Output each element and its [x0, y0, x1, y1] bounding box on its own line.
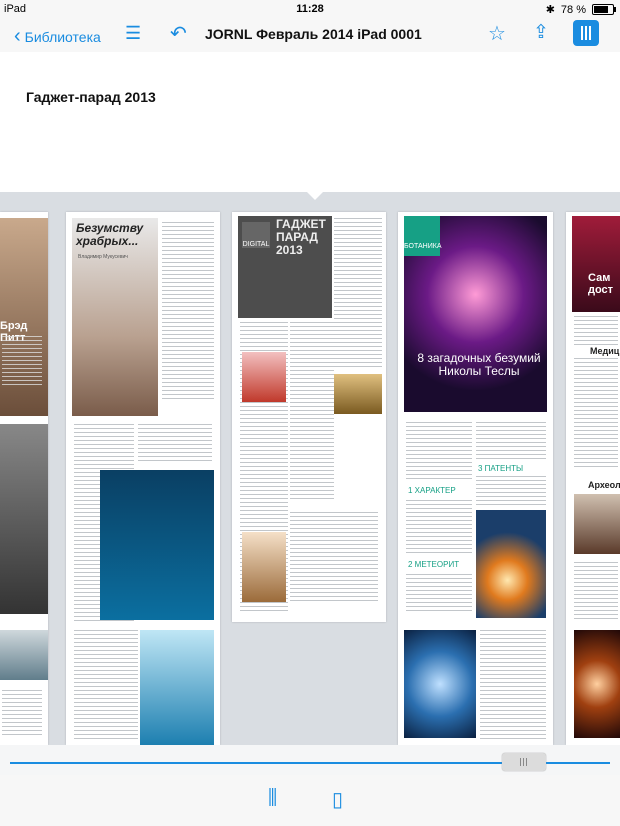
nav-bar: ‹ Библиотека ☰ ↶ JORNL Февраль 2014 iPad…	[0, 18, 620, 52]
photo	[574, 630, 620, 738]
page-thumbnail-2[interactable]: DIGITAL ГАДЖЕТ ПАРАД 2013	[232, 212, 386, 622]
product-photo	[242, 352, 286, 402]
scrubber-thumb[interactable]	[502, 753, 546, 771]
category-tag: БОТАНИКА	[404, 216, 442, 256]
section-pointer	[307, 192, 323, 200]
text-block	[574, 358, 618, 468]
photo	[140, 630, 214, 745]
text-block	[476, 422, 546, 462]
text-block	[574, 562, 618, 622]
category-tag: DIGITAL	[242, 222, 270, 248]
text-block	[480, 630, 546, 740]
undo-icon[interactable]: ↶	[170, 21, 187, 46]
article-title: ГАДЖЕТ ПАРАД 2013	[276, 217, 326, 258]
share-icon[interactable]: ⇪	[533, 21, 549, 44]
page-thumbnail-4[interactable]: Сам дост Медиц Археоло	[566, 212, 620, 745]
page-scrubber	[0, 745, 620, 775]
product-photo	[334, 374, 382, 414]
subheading: 3 ПАТЕНТЫ	[478, 464, 524, 473]
text-block	[406, 422, 472, 482]
text-block	[290, 512, 378, 602]
dance-photo	[100, 470, 214, 620]
text-block	[2, 690, 42, 738]
pages-view-button[interactable]	[573, 20, 599, 46]
subheading: 1 ХАРАКТЕР	[408, 486, 456, 495]
page-thumbnail-3[interactable]: БОТАНИКА 8 загадочных безумий Николы Тес…	[398, 212, 553, 745]
back-label: Библиотека	[24, 28, 101, 45]
chevron-left-icon: ‹	[14, 25, 21, 47]
photo	[0, 630, 48, 680]
product-photo	[242, 532, 286, 602]
list-icon[interactable]: ☰	[125, 23, 141, 44]
text-block	[74, 630, 138, 740]
battery-fill	[594, 6, 609, 13]
meteor-photo	[476, 510, 546, 618]
photo	[572, 216, 620, 312]
text-block	[406, 574, 472, 614]
library-icon[interactable]: ⫼	[268, 787, 277, 810]
article-title: Безумству храбрых...	[76, 221, 144, 249]
section-header: Гаджет-парад 2013	[0, 52, 620, 192]
page-thumbnail-0[interactable]: Брэд Питт	[0, 212, 48, 745]
article-title: 8 загадочных безумий Николы Теслы	[417, 351, 541, 379]
text-block	[162, 222, 214, 402]
subheading: Археоло	[588, 480, 620, 490]
bottom-toolbar: ⫼ ▯	[0, 775, 620, 826]
photo	[404, 630, 476, 738]
photo	[574, 494, 620, 554]
status-right: ✱ 78 %	[545, 3, 616, 16]
book-icon[interactable]: ▯	[332, 787, 343, 812]
text-block	[138, 424, 212, 464]
status-bar: iPad 11:28 ✱ 78 %	[0, 0, 620, 18]
back-button[interactable]: ‹ Библиотека	[14, 25, 101, 48]
subheading: Медиц	[590, 346, 620, 356]
star-icon[interactable]: ☆	[488, 21, 506, 46]
photo	[0, 218, 48, 416]
article-title: Сам дост	[588, 272, 614, 297]
text-block	[476, 476, 546, 506]
text-block	[574, 316, 618, 346]
bluetooth-icon: ✱	[545, 4, 555, 16]
section-title: Гаджет-парад 2013	[26, 89, 156, 105]
page-title: JORNL Февраль 2014 iPad 0001	[205, 26, 422, 42]
photo	[0, 424, 48, 614]
clock: 11:28	[296, 3, 324, 15]
text-block	[334, 218, 382, 368]
battery-percent: 78 %	[560, 3, 586, 16]
text-block	[406, 500, 472, 556]
author: Владимир Мукусевич	[78, 254, 128, 260]
page-thumbnail-1[interactable]: Безумству храбрых... Владимир Мукусевич	[66, 212, 220, 745]
text-block	[2, 336, 42, 386]
battery-icon	[592, 4, 616, 15]
text-block	[290, 322, 334, 502]
subheading: 2 МЕТЕОРИТ	[408, 560, 460, 569]
